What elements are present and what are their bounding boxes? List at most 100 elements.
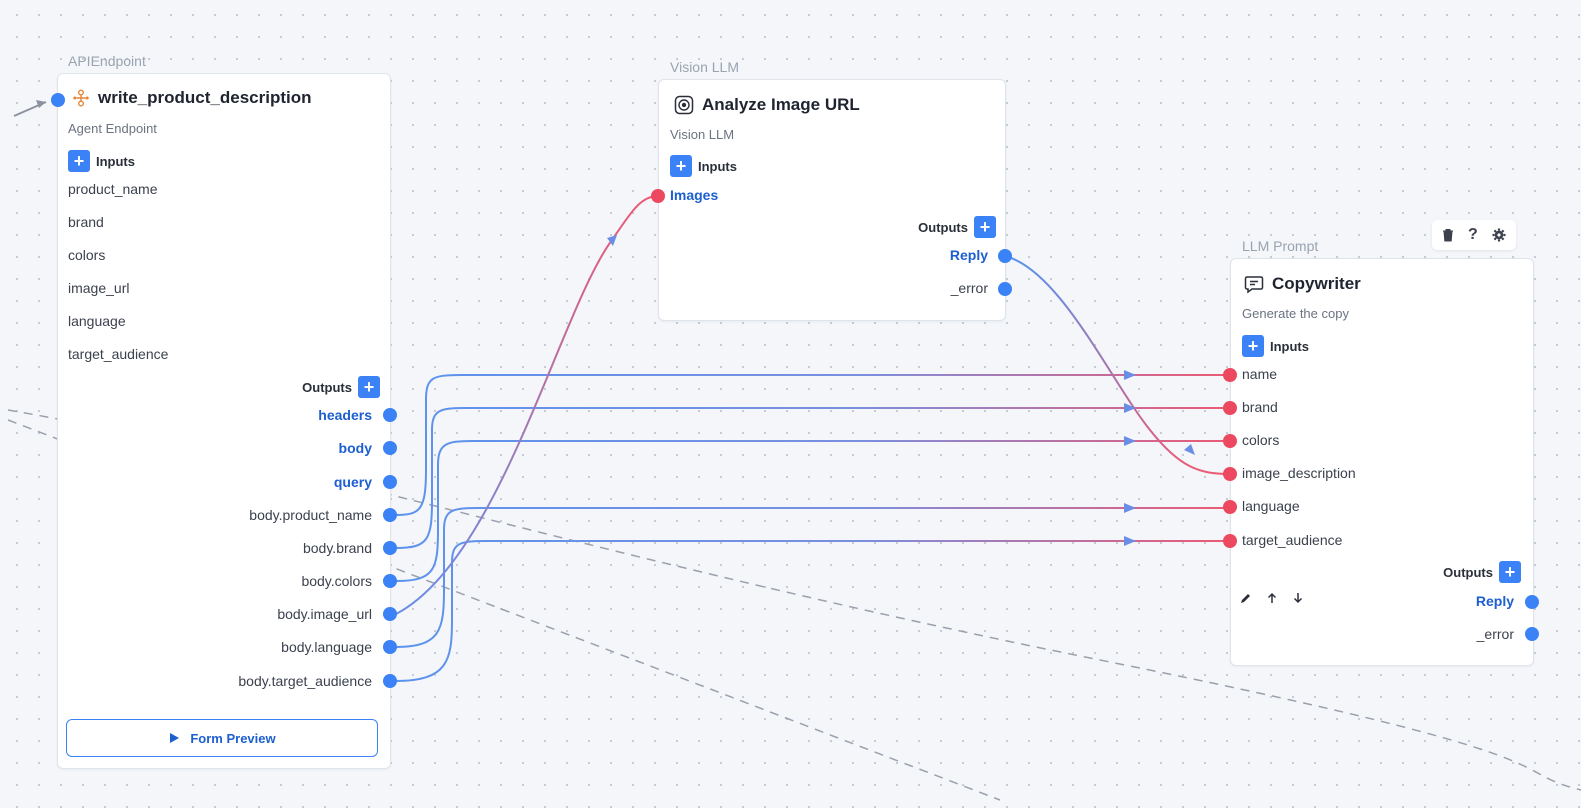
add-output-button[interactable]: + — [974, 216, 996, 238]
param-image-url: image_url — [68, 280, 130, 296]
trash-icon[interactable] — [1442, 228, 1454, 242]
input-port[interactable] — [51, 93, 65, 107]
edit-toolbar — [1240, 592, 1304, 604]
gear-icon[interactable] — [1492, 228, 1506, 242]
pencil-icon[interactable] — [1240, 592, 1252, 604]
add-input-button[interactable]: + — [670, 155, 692, 177]
arrow-down-icon[interactable] — [1292, 592, 1304, 604]
input-port-images[interactable] — [651, 189, 665, 203]
wire — [395, 507, 1230, 648]
param-colors: colors — [68, 247, 106, 263]
node-name: Analyze Image URL — [702, 95, 860, 114]
output-port-query[interactable] — [383, 475, 397, 489]
input-target-audience: target_audience — [1242, 532, 1343, 548]
output-port-headers[interactable] — [383, 408, 397, 422]
output-port-body-colors[interactable] — [383, 574, 397, 588]
inputs-section: + Inputs — [670, 155, 737, 177]
wire-arrow — [1124, 403, 1136, 413]
output-port-error[interactable] — [1525, 627, 1539, 641]
form-preview-button[interactable]: Form Preview — [66, 719, 378, 757]
output-error: _error — [1476, 626, 1514, 642]
output-body-target-audience: body.target_audience — [238, 673, 372, 689]
input-colors: colors — [1242, 432, 1280, 448]
node-header: write_product_description — [72, 88, 311, 108]
output-body-colors: body.colors — [301, 573, 372, 589]
arrow-up-icon[interactable] — [1266, 592, 1278, 604]
output-port-reply[interactable] — [1525, 595, 1539, 609]
wire-arrow — [1124, 370, 1136, 380]
inputs-section: + Inputs — [68, 150, 135, 172]
vision-icon — [674, 95, 694, 115]
input-image-description: image_description — [1242, 465, 1356, 481]
node-name: write_product_description — [98, 88, 312, 107]
add-input-button[interactable]: + — [68, 150, 90, 172]
wire-arrow — [1124, 503, 1136, 513]
param-target-audience: target_audience — [68, 346, 169, 362]
param-language: language — [68, 313, 126, 329]
outputs-label: Outputs — [918, 219, 968, 235]
wire-arrow — [607, 235, 617, 246]
input-port-image-description[interactable] — [1223, 467, 1237, 481]
input-port-name[interactable] — [1223, 368, 1237, 382]
output-port-body[interactable] — [383, 441, 397, 455]
add-output-button[interactable]: + — [358, 376, 380, 398]
node-title: APIEndpoint — [68, 53, 146, 69]
output-body-image-url: body.image_url — [277, 606, 372, 622]
input-port-brand[interactable] — [1223, 401, 1237, 415]
output-port-body-image-url[interactable] — [383, 607, 397, 621]
inputs-section: + Inputs — [1242, 335, 1309, 357]
node-subtitle: Generate the copy — [1242, 306, 1349, 321]
chat-icon — [1244, 274, 1264, 294]
output-error: _error — [950, 280, 988, 296]
help-icon[interactable]: ? — [1468, 226, 1478, 244]
outputs-section: Outputs + — [302, 376, 380, 398]
output-port-reply[interactable] — [998, 249, 1012, 263]
output-port-body-brand[interactable] — [383, 541, 397, 555]
input-port-colors[interactable] — [1223, 434, 1237, 448]
output-reply: Reply — [1475, 593, 1514, 609]
input-language: language — [1242, 498, 1300, 514]
input-brand: brand — [1242, 399, 1278, 415]
add-output-button[interactable]: + — [1499, 561, 1521, 583]
node-title: LLM Prompt — [1242, 238, 1319, 254]
outputs-section: Outputs + — [1443, 561, 1521, 583]
output-port-body-target-audience[interactable] — [383, 674, 397, 688]
node-header: Copywriter — [1244, 274, 1361, 294]
wire — [395, 440, 1230, 582]
output-port-body-language[interactable] — [383, 640, 397, 654]
wire-arrow — [1184, 444, 1195, 455]
play-icon — [168, 732, 180, 744]
output-port-error[interactable] — [998, 282, 1012, 296]
outputs-label: Outputs — [1443, 564, 1493, 580]
output-body-product-name: body.product_name — [249, 507, 372, 523]
param-product-name: product_name — [68, 181, 158, 197]
wire-arrow — [1124, 536, 1136, 546]
wire — [395, 407, 1230, 549]
node-title: Vision LLM — [670, 59, 740, 75]
inputs-label: Inputs — [1270, 338, 1309, 354]
output-port-body-product-name[interactable] — [383, 508, 397, 522]
outputs-section: Outputs + — [918, 216, 996, 238]
input-name: name — [1242, 366, 1278, 382]
node-header: Analyze Image URL — [674, 95, 860, 115]
flow-icon — [72, 89, 90, 107]
incoming-arrow-head — [36, 100, 46, 108]
wire — [395, 195, 659, 615]
output-body: body — [338, 440, 372, 456]
wire-arrow — [1124, 436, 1136, 446]
wire — [395, 374, 1230, 516]
wire — [395, 540, 1230, 682]
add-input-button[interactable]: + — [1242, 335, 1264, 357]
node-name: Copywriter — [1272, 274, 1361, 293]
inputs-label: Inputs — [698, 158, 737, 174]
output-reply: Reply — [949, 247, 988, 263]
node-subtitle: Vision LLM — [670, 127, 735, 142]
wire — [1004, 255, 1231, 475]
incoming-arrow — [13, 101, 47, 117]
outputs-label: Outputs — [302, 379, 352, 395]
output-query: query — [333, 474, 372, 490]
input-port-target-audience[interactable] — [1223, 534, 1237, 548]
inputs-label: Inputs — [96, 153, 135, 169]
node-subtitle: Agent Endpoint — [68, 121, 157, 136]
input-port-language[interactable] — [1223, 500, 1237, 514]
